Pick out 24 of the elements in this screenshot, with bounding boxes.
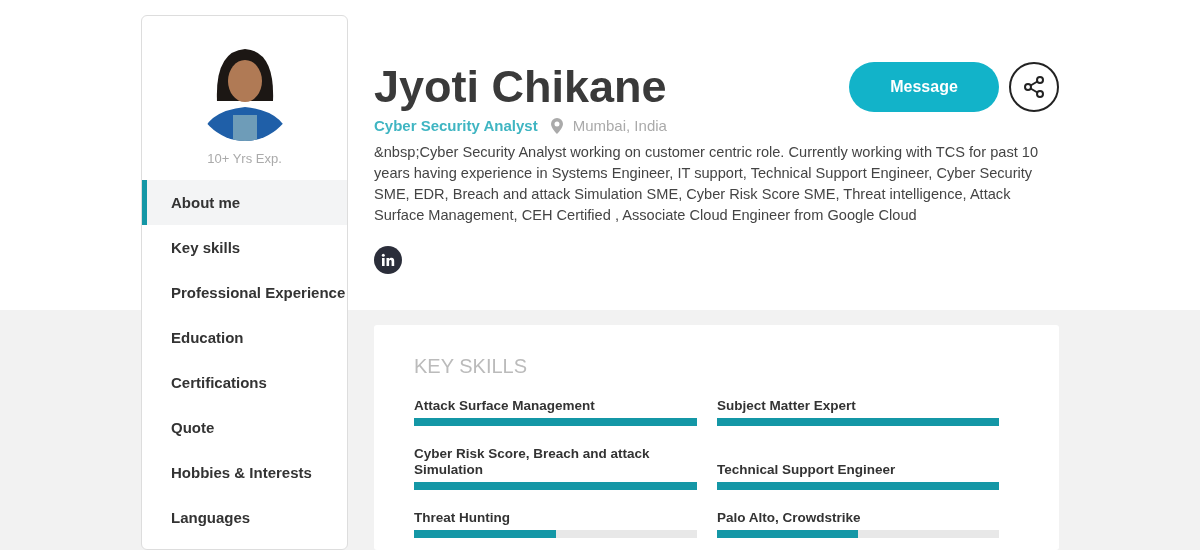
sidebar-item[interactable]: About me	[142, 180, 347, 225]
share-button[interactable]	[1009, 62, 1059, 112]
skill-name: Threat Hunting	[414, 510, 511, 526]
sidebar-item[interactable]: Certifications	[142, 360, 347, 405]
sidebar-item[interactable]: Hobbies & Interests	[142, 450, 347, 495]
sidebar-item[interactable]: Professional Experience	[142, 270, 347, 315]
sidebar-item[interactable]: Key skills	[142, 225, 347, 270]
sidebar-item[interactable]: Languages	[142, 495, 347, 540]
job-title: Cyber Security Analyst	[374, 117, 538, 134]
experience-text: 10+ Yrs Exp.	[207, 151, 282, 166]
linkedin-icon[interactable]	[374, 246, 402, 274]
profile-name: Jyoti Chikane	[374, 60, 667, 114]
location-text: Mumbai, India	[572, 117, 667, 134]
sidebar-item[interactable]: Quote	[142, 405, 347, 450]
skill-name: Technical Support Engineer	[717, 462, 897, 478]
sidebar-item[interactable]: Education	[142, 315, 347, 360]
share-icon	[1022, 75, 1046, 99]
skill-name: Palo Alto, Crowdstrike	[717, 510, 862, 526]
skill-name: Subject Matter Expert	[717, 398, 857, 414]
skill-name: Attack Surface Management	[414, 398, 596, 414]
location-pin-icon	[550, 117, 563, 134]
section-title: KEY SKILLS	[414, 355, 529, 378]
skill-name: Cyber Risk Score, Breach and attack Simulation	[414, 446, 651, 478]
bio-text: &nbsp;Cyber Security Analyst working on customer centric role. Currently working with TCS for past 10 years having experience in Systems Engineer, IT support, Technical Support Engineer, Cyber Security SME, EDR, Breach and attack Simulation SME, Cyber Risk Score SME, Threat intelligence, Attack Surface Management, CEH Certified , Associate Cloud Engineer from Google Cloud	[374, 143, 1039, 225]
